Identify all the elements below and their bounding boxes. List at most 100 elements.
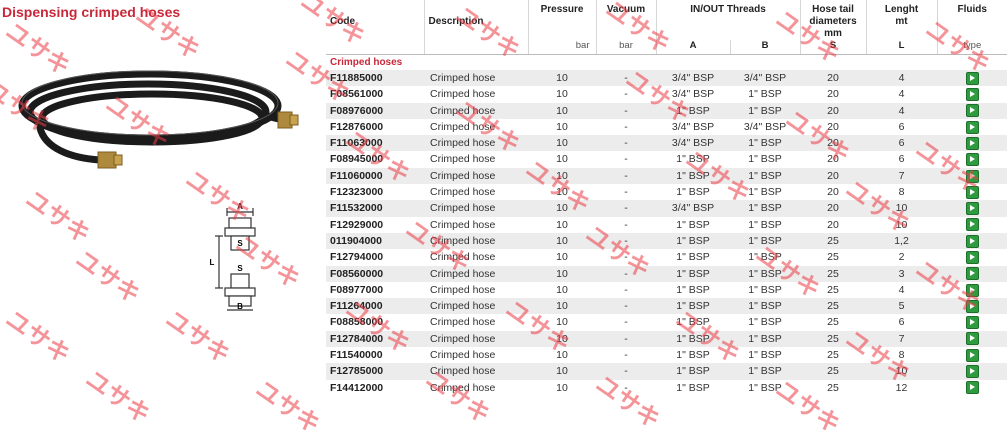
diagram-label-s-top: S bbox=[237, 239, 243, 248]
diagram-label-l: L bbox=[210, 258, 215, 267]
row-pressure: 10 bbox=[528, 330, 596, 348]
row-length: 6 bbox=[866, 314, 938, 331]
table-row: F11532000 Crimped hose 10-3/4" BSP 1" BSP 20… bbox=[326, 200, 1007, 217]
diesel-pump-icon bbox=[965, 332, 979, 346]
row-thread-b: 1" BSP bbox=[730, 102, 801, 119]
row-length: 6 bbox=[866, 151, 938, 168]
row-pressure: 10 bbox=[528, 249, 596, 266]
row-code: F08945000 bbox=[326, 151, 424, 168]
row-thread-a: 1" BSP bbox=[656, 330, 730, 348]
row-hose-tail: 25 bbox=[800, 249, 867, 266]
row-code: F11540000 bbox=[326, 347, 424, 364]
row-length: 4 bbox=[866, 70, 938, 87]
diesel-pump-icon bbox=[965, 234, 979, 248]
row-description: Crimped hose bbox=[424, 379, 528, 396]
row-vacuum: - bbox=[596, 151, 656, 168]
row-hose-tail: 25 bbox=[800, 281, 867, 299]
row-thread-a: 1" BSP bbox=[656, 216, 730, 233]
row-fluid-type bbox=[937, 379, 1007, 396]
row-code: F12323000 bbox=[326, 184, 424, 201]
table-row: F08945000 Crimped hose 10-1" BSP 1" BSP 20 6 bbox=[326, 151, 1007, 168]
row-pressure: 10 bbox=[528, 363, 596, 380]
table-row: F11264000 Crimped hose 10-1" BSP 1" BSP 25 5 bbox=[326, 298, 1007, 315]
row-hose-tail: 20 bbox=[800, 216, 867, 233]
row-thread-b: 1" BSP bbox=[730, 135, 801, 152]
row-pressure: 10 bbox=[528, 232, 596, 250]
row-vacuum: - bbox=[596, 379, 656, 396]
row-vacuum: - bbox=[596, 232, 656, 250]
row-length: 10 bbox=[866, 216, 938, 233]
row-fluid-type bbox=[937, 151, 1007, 168]
row-hose-tail: 25 bbox=[800, 314, 867, 331]
row-pressure: 10 bbox=[528, 70, 596, 87]
row-hose-tail: 25 bbox=[800, 347, 867, 364]
row-fluid-type bbox=[937, 330, 1007, 348]
row-thread-b: 1" BSP bbox=[730, 232, 801, 250]
row-hose-tail: 25 bbox=[800, 379, 867, 396]
diesel-pump-icon bbox=[965, 153, 979, 167]
row-pressure: 10 bbox=[528, 184, 596, 201]
table-row: F11540000 Crimped hose 10-1" BSP 1" BSP 25 8 bbox=[326, 347, 1007, 364]
fitting-dimension-diagram: A S L S B bbox=[210, 202, 256, 311]
fluids-sub-label: type bbox=[936, 40, 1007, 55]
row-thread-b: 1" BSP bbox=[730, 249, 801, 266]
row-description: Crimped hose bbox=[424, 363, 528, 380]
row-thread-b: 1" BSP bbox=[730, 379, 801, 396]
row-pressure: 10 bbox=[528, 347, 596, 364]
col-header-hose-tail: Hose tail diameters mm bbox=[799, 0, 867, 40]
row-thread-a: 3/4" BSP bbox=[656, 135, 730, 152]
length-sub-label: L bbox=[865, 40, 938, 55]
col-header-threads: IN/OUT Threads bbox=[655, 0, 801, 40]
table-row: F08560000 Crimped hose 10-1" BSP 1" BSP 25 3 bbox=[326, 265, 1007, 282]
row-pressure: 10 bbox=[528, 200, 596, 217]
row-description: Crimped hose bbox=[424, 184, 528, 201]
row-hose-tail: 25 bbox=[800, 265, 867, 282]
row-vacuum: - bbox=[596, 330, 656, 348]
watermark-text: ユサキ bbox=[80, 364, 156, 430]
table-row: F11060000 Crimped hose 10-1" BSP 1" BSP 20 7 bbox=[326, 167, 1007, 185]
row-length: 7 bbox=[866, 330, 938, 348]
row-hose-tail: 20 bbox=[800, 86, 867, 103]
row-code: F08976000 bbox=[326, 102, 424, 119]
diesel-pump-icon bbox=[965, 381, 979, 395]
row-thread-a: 3/4" BSP bbox=[656, 86, 730, 103]
diesel-pump-icon bbox=[965, 136, 979, 150]
row-thread-b: 1" BSP bbox=[730, 151, 801, 168]
row-thread-a: 1" BSP bbox=[656, 249, 730, 266]
table-row: F12784000 Crimped hose 10-1" BSP 1" BSP 25 7 bbox=[326, 330, 1007, 348]
col-header-pressure: Pressure bbox=[527, 0, 596, 40]
row-hose-tail: 25 bbox=[800, 298, 867, 315]
row-thread-b: 1" BSP bbox=[730, 167, 801, 185]
row-fluid-type bbox=[937, 167, 1007, 185]
pressure-unit: bar bbox=[527, 40, 596, 55]
row-description: Crimped hose bbox=[424, 314, 528, 331]
row-length: 3 bbox=[866, 265, 938, 282]
diesel-pump-icon bbox=[965, 169, 979, 183]
row-thread-b: 1" BSP bbox=[730, 314, 801, 331]
row-thread-a: 1" BSP bbox=[656, 363, 730, 380]
row-thread-a: 1" BSP bbox=[656, 102, 730, 119]
diesel-pump-icon bbox=[965, 299, 979, 313]
row-length: 12 bbox=[866, 379, 938, 396]
row-thread-b: 3/4" BSP bbox=[730, 70, 801, 87]
row-vacuum: - bbox=[596, 118, 656, 136]
diesel-pump-icon bbox=[965, 88, 979, 102]
row-code: F11063000 bbox=[326, 135, 424, 152]
row-thread-b: 1" BSP bbox=[730, 200, 801, 217]
row-vacuum: - bbox=[596, 347, 656, 364]
row-thread-b: 1" BSP bbox=[730, 298, 801, 315]
row-description: Crimped hose bbox=[424, 167, 528, 185]
row-fluid-type bbox=[937, 86, 1007, 103]
diagram-label-b: B bbox=[237, 302, 243, 311]
row-pressure: 10 bbox=[528, 298, 596, 315]
row-pressure: 10 bbox=[528, 102, 596, 119]
row-fluid-type bbox=[937, 184, 1007, 201]
table-row: F12323000 Crimped hose 10-1" BSP 1" BSP 20 8 bbox=[326, 184, 1007, 201]
row-vacuum: - bbox=[596, 281, 656, 299]
row-fluid-type bbox=[937, 265, 1007, 282]
row-vacuum: - bbox=[596, 216, 656, 233]
row-vacuum: - bbox=[596, 135, 656, 152]
row-code: F12794000 bbox=[326, 249, 424, 266]
watermark-text: ユサキ bbox=[0, 304, 76, 370]
row-pressure: 10 bbox=[528, 86, 596, 103]
